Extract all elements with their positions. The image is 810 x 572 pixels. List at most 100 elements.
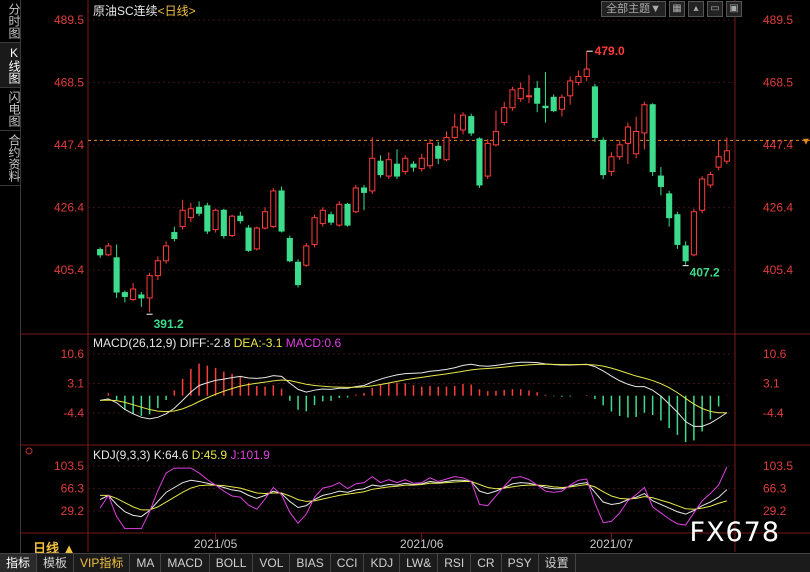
chart-canvas[interactable]: 489.5 489.5468.5 468.5447.4 447.4426.4 426.4… <box>20 0 810 552</box>
candle-body <box>245 227 252 251</box>
candle-body <box>105 245 112 256</box>
expand-icon[interactable]: ▣ <box>726 1 742 17</box>
candle-body <box>657 175 664 187</box>
candle-body <box>690 211 697 256</box>
candle-body <box>459 114 467 131</box>
macd-tick-left: 3.1 <box>67 377 84 391</box>
price-tick-right: 405.4 <box>763 263 793 277</box>
price-tick-right: 489.5 <box>763 13 793 27</box>
kdj-name: KDJ(9,3,3) <box>93 448 151 462</box>
candle-body <box>204 205 211 232</box>
price-tick-right: 426.4 <box>763 201 793 215</box>
candle-body <box>443 136 450 161</box>
kdj-tick-left: 29.2 <box>61 504 85 518</box>
macd-tick-left: -4.4 <box>63 406 84 420</box>
candle-body <box>327 214 335 223</box>
tab-6[interactable]: VOL <box>253 554 291 572</box>
candle-body <box>682 245 689 262</box>
price-tick-right: 468.5 <box>763 75 793 89</box>
candle-body <box>426 142 434 167</box>
theme-dropdown[interactable]: 全部主题▼ <box>601 1 666 17</box>
period-tag: <日线> <box>157 4 196 18</box>
macd-tick-left: 10.6 <box>61 347 85 361</box>
macd-dea-value: DEA:-3.1 <box>233 336 283 350</box>
tab-3[interactable]: MA <box>130 554 162 572</box>
candle-body <box>336 203 343 226</box>
candle-body <box>525 95 533 98</box>
candle-body <box>591 86 598 138</box>
low-label-2: 407.2 <box>690 266 720 280</box>
candle-body <box>319 209 326 225</box>
minimize-icon[interactable]: ▭ <box>707 1 723 17</box>
candle-body <box>410 163 417 168</box>
kdj-tick-left: 103.5 <box>54 459 84 473</box>
kdj-tick-right: 29.2 <box>763 504 787 518</box>
kdj-tick-right: 103.5 <box>763 459 793 473</box>
sidebar-item-3[interactable]: 合约资料 <box>0 131 21 186</box>
x-axis-label: 2021/05 <box>194 537 238 551</box>
macd-diff-value: DIFF:-2.8 <box>179 336 231 350</box>
candle-body <box>121 292 128 297</box>
candle-body <box>377 160 384 176</box>
candle-body <box>484 142 491 177</box>
tab-11[interactable]: RSI <box>438 554 472 572</box>
candle-body <box>567 80 574 97</box>
candle-body <box>715 156 722 168</box>
last-price-marker: ▼ <box>801 136 810 147</box>
candle-body <box>468 116 475 134</box>
tab-2[interactable]: VIP指标 <box>74 554 131 572</box>
candle-body <box>344 203 351 226</box>
candle-body <box>616 144 623 158</box>
candle-body <box>138 294 145 299</box>
candle-body <box>270 190 277 228</box>
price-tick-left: 447.4 <box>54 138 84 152</box>
candle-body <box>501 107 508 124</box>
candle-body <box>286 237 293 262</box>
candle-body <box>303 245 310 266</box>
tab-8[interactable]: CCI <box>331 554 365 572</box>
candle-body <box>534 87 541 104</box>
tab-9[interactable]: KDJ <box>364 554 401 572</box>
tab-4[interactable]: MACD <box>161 554 210 572</box>
candle-body <box>451 126 458 138</box>
candle-body <box>583 68 590 77</box>
kdj-tick-left: 66.3 <box>61 482 85 496</box>
tab-7[interactable]: BIAS <box>290 554 331 572</box>
candle-body <box>294 261 302 286</box>
candle-body <box>113 257 120 293</box>
macd-tick-right: -4.4 <box>763 406 784 420</box>
candle-body <box>649 104 656 173</box>
tab-13[interactable]: PSY <box>502 554 539 572</box>
candle-body <box>393 163 401 177</box>
indicator-tabbar: 指标 模板 VIP指标 MA MACD BOLL VOL BIAS CCI KDJ LW& RSI CR… <box>0 553 810 572</box>
sidebar-item-2[interactable]: 闪电图 <box>0 88 21 131</box>
grid-icon[interactable]: ▦ <box>669 1 685 17</box>
candle-body <box>97 248 104 256</box>
candle-body <box>154 260 161 277</box>
price-tick-left: 489.5 <box>54 13 84 27</box>
x-axis-label: 2021/06 <box>400 537 444 551</box>
candle-body <box>237 215 244 222</box>
tab-12[interactable]: CR <box>471 554 502 572</box>
tab-5[interactable]: BOLL <box>210 554 254 572</box>
candle-body <box>558 96 565 110</box>
collapse-icon[interactable]: ▴ <box>688 1 704 17</box>
candle-body <box>311 217 318 245</box>
tab-0[interactable]: 指标 <box>0 554 38 572</box>
price-tick-left: 468.5 <box>54 75 84 89</box>
kdj-d-line <box>100 480 728 511</box>
tab-1[interactable]: 模板 <box>37 554 75 572</box>
candle-body <box>608 156 615 173</box>
kdj-tick-right: 66.3 <box>763 482 787 496</box>
candle-body <box>179 209 186 228</box>
candle-body <box>707 174 714 186</box>
candle-body <box>509 89 516 109</box>
candle-body <box>550 96 557 112</box>
price-tick-left: 405.4 <box>54 263 84 277</box>
sidebar-item-1[interactable]: K线图 <box>0 43 21 88</box>
tab-10[interactable]: LW& <box>400 554 439 572</box>
sidebar-item-0[interactable]: 分时图 <box>0 0 21 43</box>
top-toolbar: 全部主题▼ ▦ ▴ ▭ ▣ <box>601 1 742 17</box>
symbol-name: 原油SC连续 <box>93 4 158 18</box>
tab-14[interactable]: 设置 <box>539 554 576 572</box>
